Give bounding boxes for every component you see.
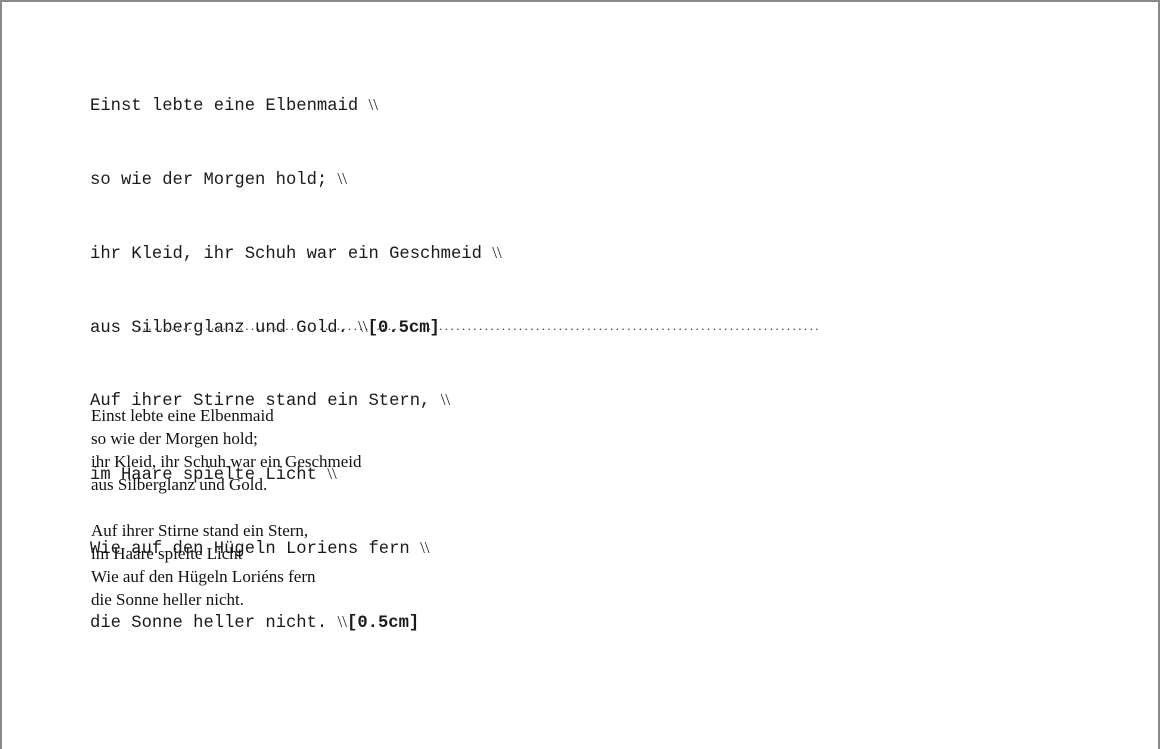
line-break-command: \\ xyxy=(420,537,430,557)
line-break-command: \\ xyxy=(337,168,347,188)
verse-line: im Haare spielte Licht xyxy=(91,544,243,563)
verse-line: Einst lebte eine Elbenmaid xyxy=(91,406,274,425)
line-break-command: \\ xyxy=(368,95,378,115)
line-break-command: \\ xyxy=(440,390,451,410)
source-line-text: so wie der Morgen hold; xyxy=(90,170,338,190)
rendered-poem: Einst lebte eine Elbenmaid so wie der Mo… xyxy=(91,404,362,634)
source-line-text: Einst lebte eine Elbenmaid xyxy=(90,97,369,117)
verse-line: Auf ihrer Stirne stand ein Stern, xyxy=(91,521,309,540)
verse-line: so wie der Morgen hold; xyxy=(91,429,258,448)
source-line: so wie der Morgen hold; \\ xyxy=(90,167,502,192)
source-line: ihr Kleid, ihr Schuh war ein Geschmeid \… xyxy=(90,241,502,266)
document-frame: Einst lebte eine Elbenmaid \\ so wie der… xyxy=(0,0,1160,749)
verse-line: ihr Kleid, ihr Schuh war ein Geschmeid xyxy=(91,452,362,471)
dotted-divider: ........................................… xyxy=(137,318,821,333)
source-line: Einst lebte eine Elbenmaid \\ xyxy=(90,93,502,118)
verse-line: Wie auf den Hügeln Loriéns fern xyxy=(91,567,316,586)
stanza: Auf ihrer Stirne stand ein Stern, im Haa… xyxy=(91,519,362,611)
verse-line: die Sonne heller nicht. xyxy=(91,590,244,609)
stanza: Einst lebte eine Elbenmaid so wie der Mo… xyxy=(91,404,362,496)
verse-line: aus Silberglanz und Gold. xyxy=(91,475,268,494)
source-line-text: ihr Kleid, ihr Schuh war ein Geschmeid xyxy=(90,244,493,264)
line-break-command: \\ xyxy=(492,242,502,262)
